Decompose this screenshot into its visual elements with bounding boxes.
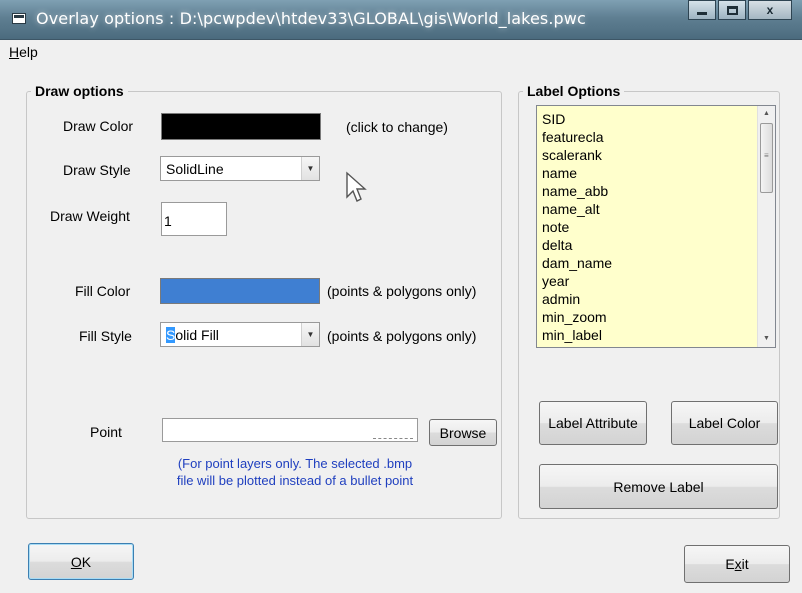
mouse-pointer-icon [346, 171, 367, 202]
draw-style-value: SolidLine [166, 161, 224, 177]
exit-button[interactable]: Ex it [684, 545, 790, 583]
label-field-item[interactable]: featurecla [542, 128, 757, 146]
minimize-button[interactable] [688, 0, 716, 20]
label-field-item[interactable]: year [542, 272, 757, 290]
window-title: Overlay options : D:\pcwpdev\htdev33\GLO… [36, 9, 586, 28]
fill-style-select[interactable]: Solid Fill ▼ [160, 322, 320, 347]
maximize-button[interactable] [718, 0, 746, 20]
label-field-item[interactable]: scalerank [542, 146, 757, 164]
scroll-thumb[interactable]: ≡ [760, 123, 773, 193]
draw-options-legend: Draw options [35, 83, 124, 99]
fill-color-label: Fill Color [75, 283, 131, 299]
overlay-options-window: Overlay options : D:\pcwpdev\htdev33\GLO… [0, 0, 802, 593]
title-bar[interactable]: Overlay options : D:\pcwpdev\htdev33\GLO… [0, 0, 802, 40]
draw-weight-input[interactable]: 1 [161, 202, 227, 236]
draw-color-label: Draw Color [63, 118, 134, 134]
fill-style-label: Fill Style [79, 328, 132, 344]
label-field-item[interactable]: SID [542, 110, 757, 128]
fill-style-hint: (points & polygons only) [327, 328, 477, 344]
draw-weight-label: Draw Weight [50, 208, 130, 224]
label-field-item[interactable]: name [542, 164, 757, 182]
point-label: Point [90, 424, 122, 440]
chevron-down-icon[interactable]: ▼ [301, 323, 319, 346]
draw-style-select[interactable]: SolidLine ▼ [160, 156, 320, 181]
minimize-icon [697, 11, 707, 15]
label-fields-items: SID featurecla scalerank name name_abb name_a… [537, 106, 757, 347]
label-field-item[interactable]: delta [542, 236, 757, 254]
label-color-button[interactable]: Label Color [671, 401, 778, 445]
label-options-legend: Label Options [527, 83, 621, 99]
label-field-item[interactable]: name_abb [542, 182, 757, 200]
label-field-item[interactable]: min_zoom [542, 308, 757, 326]
maximize-icon [726, 5, 738, 15]
draw-color-swatch[interactable] [161, 113, 321, 140]
point-note: (For point layers only. The selected .bm… [176, 456, 414, 488]
draw-style-label: Draw Style [63, 162, 131, 178]
chevron-down-icon[interactable]: ▼ [301, 157, 319, 180]
label-fields-listbox[interactable]: SID featurecla scalerank name name_abb name_a… [536, 105, 776, 348]
label-attribute-button[interactable]: Label Attribute [539, 401, 647, 445]
scroll-up-icon[interactable]: ▲ [758, 106, 775, 122]
scroll-down-icon[interactable]: ▼ [758, 331, 775, 347]
menu-help[interactable]: Help [9, 44, 38, 60]
fill-style-value: Solid Fill [166, 327, 219, 343]
label-field-item[interactable]: note [542, 218, 757, 236]
label-field-item[interactable]: dam_name [542, 254, 757, 272]
ok-button[interactable]: OK [28, 543, 134, 580]
caption-buttons: x [688, 0, 792, 22]
close-button[interactable]: x [748, 0, 792, 20]
draw-color-hint: (click to change) [346, 119, 448, 135]
label-field-item[interactable]: min_label [542, 326, 757, 344]
menu-bar: Help [0, 42, 802, 62]
listbox-scrollbar[interactable]: ▲ ≡ ▼ [757, 106, 775, 347]
close-icon: x [766, 3, 774, 17]
window-app-icon[interactable] [12, 13, 26, 24]
label-field-item[interactable]: name_alt [542, 200, 757, 218]
fill-color-hint: (points & polygons only) [327, 283, 477, 299]
browse-button[interactable]: Browse [429, 419, 497, 446]
label-field-item[interactable]: admin [542, 290, 757, 308]
fill-color-swatch[interactable] [160, 278, 320, 304]
remove-label-button[interactable]: Remove Label [539, 464, 778, 509]
point-file-input[interactable] [162, 418, 418, 442]
